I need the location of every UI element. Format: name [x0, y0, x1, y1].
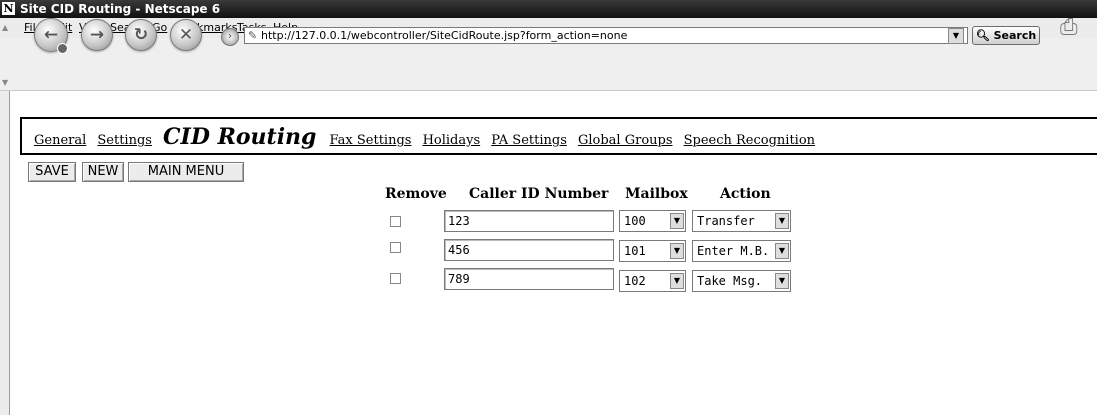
mailbox-select[interactable]: 101 ▼ — [619, 240, 686, 262]
print-icon[interactable]: ⎙ — [1060, 15, 1078, 40]
stop-icon: ✕ — [178, 25, 194, 45]
back-dropdown-icon[interactable] — [57, 43, 68, 54]
mailbox-value: 101 — [624, 244, 646, 258]
remove-checkbox[interactable] — [390, 242, 401, 253]
search-button[interactable]: 🔍︎ Search — [972, 26, 1040, 45]
mailbox-select[interactable]: 102 ▼ — [619, 270, 686, 292]
save-button[interactable]: SAVE — [28, 162, 76, 182]
header-remove: Remove — [385, 186, 447, 202]
tab-fax-settings[interactable]: Fax Settings — [330, 133, 412, 148]
mailbox-select[interactable]: 100 ▼ — [619, 210, 686, 232]
chevron-down-icon: ▼ — [775, 243, 789, 259]
chevron-down-icon: ▼ — [670, 243, 684, 259]
new-button[interactable]: NEW — [82, 162, 124, 182]
search-button-label: Search — [993, 29, 1037, 42]
tab-settings[interactable]: Settings — [97, 133, 152, 148]
header-mailbox: Mailbox — [625, 186, 688, 202]
caller-id-input[interactable]: 789 — [444, 268, 614, 290]
tab-general[interactable]: General — [34, 133, 86, 148]
window-titlebar: N Site CID Routing - Netscape 6 — [0, 0, 1097, 18]
page-proxy-icon[interactable]: ✎ — [248, 29, 257, 42]
action-value: Take Msg. — [697, 274, 763, 288]
site-icon[interactable]: › — [221, 28, 239, 46]
tab-global-groups[interactable]: Global Groups — [578, 133, 673, 148]
action-value: Transfer — [697, 214, 755, 228]
header-caller-id: Caller ID Number — [469, 186, 609, 202]
back-button[interactable]: ← — [34, 18, 68, 54]
menubar-grip-icon[interactable]: ▲ — [2, 23, 8, 32]
chevron-down-icon: ▼ — [670, 213, 684, 229]
search-icon: 🔍︎ — [975, 29, 990, 42]
header-action: Action — [720, 186, 771, 202]
stop-button[interactable]: ✕ — [170, 19, 202, 51]
mailbox-value: 102 — [624, 274, 646, 288]
tab-holidays[interactable]: Holidays — [423, 133, 481, 148]
reload-button[interactable]: ↻ — [125, 19, 157, 51]
chevron-down-icon: ▼ — [670, 273, 684, 289]
action-select[interactable]: Transfer ▼ — [692, 210, 791, 232]
back-arrow-icon: ← — [43, 25, 59, 45]
forward-button[interactable]: → — [81, 19, 113, 51]
toolbar-grip-icon[interactable]: ▼ — [2, 78, 8, 87]
url-field[interactable]: http://127.0.0.1/webcontroller/SiteCidRo… — [244, 27, 968, 44]
mailbox-value: 100 — [624, 214, 646, 228]
remove-checkbox[interactable] — [390, 273, 401, 284]
reload-icon: ↻ — [133, 25, 149, 45]
tab-strip: General Settings CID Routing Fax Setting… — [34, 124, 821, 150]
window-title: Site CID Routing - Netscape 6 — [20, 2, 221, 16]
chevron-down-icon: ▼ — [775, 213, 789, 229]
url-dropdown-button[interactable]: ▼ — [948, 28, 964, 44]
tab-pa-settings[interactable]: PA Settings — [491, 133, 567, 148]
forward-arrow-icon: → — [89, 25, 105, 45]
chevron-down-icon: ▼ — [952, 31, 960, 40]
main-menu-button[interactable]: MAIN MENU — [128, 162, 244, 182]
action-select[interactable]: Enter M.B. ▼ — [692, 240, 791, 262]
tab-cid-routing: CID Routing — [163, 124, 317, 150]
tab-speech-recognition[interactable]: Speech Recognition — [684, 133, 815, 148]
remove-checkbox[interactable] — [390, 216, 401, 227]
action-value: Enter M.B. — [697, 244, 770, 258]
caller-id-input[interactable]: 456 — [444, 239, 614, 261]
chevron-down-icon: ▼ — [775, 273, 789, 289]
caller-id-input[interactable]: 123 — [444, 210, 614, 232]
action-select[interactable]: Take Msg. ▼ — [692, 270, 791, 292]
netscape-app-icon: N — [2, 2, 15, 15]
navigation-toolbar: ▼ — [0, 38, 1097, 91]
